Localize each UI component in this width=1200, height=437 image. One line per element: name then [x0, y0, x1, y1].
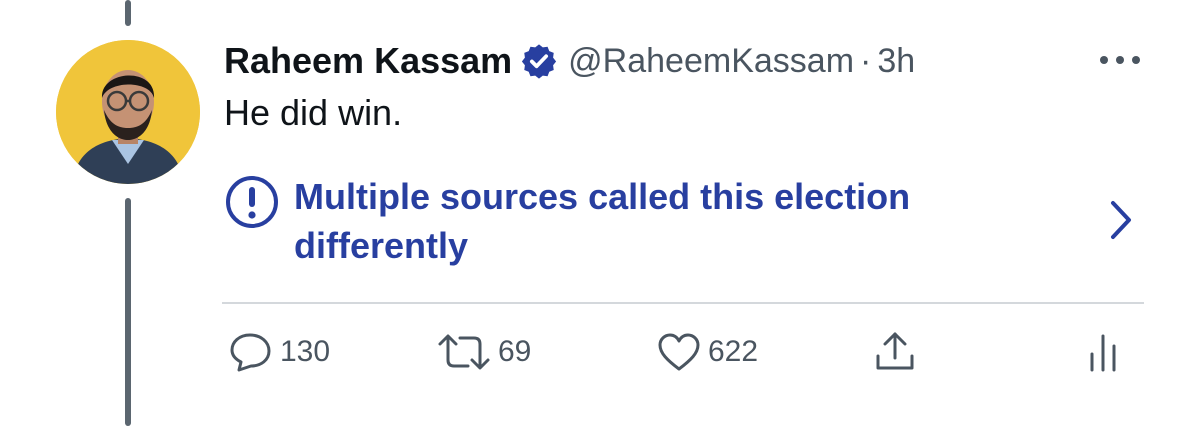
tweet-text: He did win. [224, 92, 403, 133]
avatar[interactable] [56, 40, 200, 184]
heart-icon [656, 330, 702, 374]
retweet-count: 69 [498, 335, 532, 368]
retweet-icon [436, 330, 492, 374]
avatar-image [56, 40, 200, 184]
header-separator: · [860, 41, 872, 80]
reply-count: 130 [280, 335, 331, 368]
election-notice[interactable]: Multiple sources called this election di… [222, 172, 1144, 272]
tweet-timestamp[interactable]: 3h [877, 42, 915, 81]
notice-line-2: differently [294, 225, 469, 266]
share-button[interactable] [872, 330, 918, 374]
reply-icon [228, 330, 274, 374]
analytics-button[interactable] [1088, 330, 1118, 374]
notice-text: Multiple sources called this election di… [294, 172, 1054, 270]
divider [222, 302, 1144, 304]
verified-badge-icon [520, 42, 558, 80]
analytics-icon [1088, 330, 1118, 374]
notice-line-1: Multiple sources called this election [294, 176, 911, 217]
thread-line-top [125, 0, 131, 26]
thread-line-bottom [125, 198, 131, 426]
author-handle[interactable]: @RaheemKassam [568, 42, 854, 81]
tweet-header: Raheem Kassam @RaheemKassam · 3h [224, 36, 915, 86]
like-count: 622 [708, 335, 759, 368]
more-options-icon[interactable] [1096, 50, 1144, 70]
share-icon [872, 330, 918, 374]
like-button[interactable]: 622 [656, 330, 758, 374]
chevron-right-icon [1108, 198, 1134, 242]
exclamation-circle-icon [222, 172, 282, 232]
author-name[interactable]: Raheem Kassam [224, 40, 512, 82]
reply-button[interactable]: 130 [228, 330, 330, 374]
retweet-button[interactable]: 69 [436, 330, 531, 374]
